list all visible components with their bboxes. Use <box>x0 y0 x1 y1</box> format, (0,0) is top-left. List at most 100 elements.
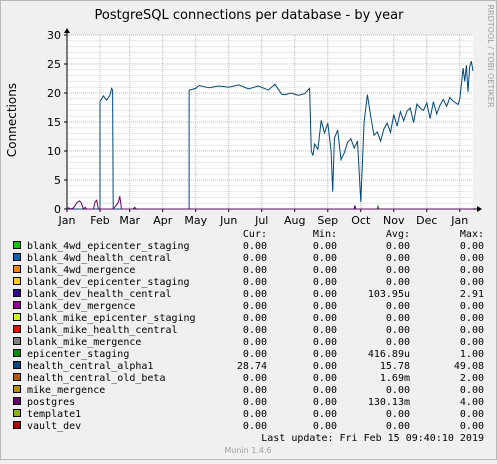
legend-series-name: epicenter_staging <box>27 349 129 360</box>
legend-value-avg: 130.13m <box>368 397 410 408</box>
legend-value-max: 0.00 <box>460 265 484 276</box>
x-tick-label: Jan <box>58 214 76 227</box>
legend-value-min: 0.00 <box>313 277 337 288</box>
legend-value-min: 0.00 <box>313 373 337 384</box>
y-tick-label: 5 <box>54 174 61 187</box>
legend-swatch <box>13 301 21 309</box>
legend-swatch <box>13 373 21 381</box>
x-tick-label: Jan <box>450 214 468 227</box>
legend-value-cur: 0.00 <box>243 349 267 360</box>
y-tick-label: 15 <box>47 116 61 129</box>
legend-value-cur: 0.00 <box>243 277 267 288</box>
legend-swatch <box>13 253 21 261</box>
x-tick-label: Nov <box>383 214 405 227</box>
legend-value-min: 0.00 <box>313 289 337 300</box>
legend-swatch <box>13 409 21 417</box>
legend-value-min: 0.00 <box>313 325 337 336</box>
y-tick-label: 30 <box>47 29 61 42</box>
legend-value-min: 0.00 <box>313 337 337 348</box>
legend-series-name: health_central_old_beta <box>27 373 165 384</box>
legend-series-name: blank_4wd_health_central <box>27 253 172 264</box>
legend-header-max: Max: <box>460 229 484 240</box>
legend-value-cur: 0.00 <box>243 241 267 252</box>
legend-swatch <box>13 241 21 249</box>
legend-value-max: 0.00 <box>460 325 484 336</box>
legend-series-name: blank_dev_health_central <box>27 289 172 300</box>
legend-value-avg: 0.00 <box>386 241 410 252</box>
legend: Cur: Min: Avg: Max: blank_4wd_epicenter_stag… <box>13 229 484 432</box>
side-label: RRDTOOL / TOBI OETIKER <box>486 4 495 107</box>
legend-value-avg: 0.00 <box>386 409 410 420</box>
y-tick-label: 25 <box>47 58 61 71</box>
legend-value-avg: 0.00 <box>386 421 410 432</box>
legend-value-avg: 0.00 <box>386 277 410 288</box>
x-tick-label: Sep <box>317 214 338 227</box>
footer-version: Munin 1.4.6 <box>224 446 271 455</box>
legend-value-cur: 0.00 <box>243 325 267 336</box>
legend-value-max: 4.00 <box>460 397 484 408</box>
legend-swatch <box>13 349 21 357</box>
legend-swatch <box>13 337 21 345</box>
legend-value-avg: 0.00 <box>386 337 410 348</box>
legend-value-cur: 28.74 <box>237 361 267 372</box>
legend-value-avg: 416.89u <box>368 349 410 360</box>
graph-panel: PostgreSQL connections per database - by… <box>0 0 497 460</box>
x-tick-label: Oct <box>351 214 371 227</box>
legend-series-name: blank_mike_health_central <box>27 325 178 336</box>
legend-value-max: 2.00 <box>460 373 484 384</box>
legend-value-max: 0.00 <box>460 385 484 396</box>
legend-value-cur: 0.00 <box>243 397 267 408</box>
legend-value-cur: 0.00 <box>243 253 267 264</box>
legend-value-min: 0.00 <box>313 349 337 360</box>
legend-value-max: 0.00 <box>460 409 484 420</box>
chart-title: PostgreSQL connections per database - by… <box>95 8 405 23</box>
y-tick-label: 10 <box>47 145 61 158</box>
y-axis-arrow <box>64 28 70 33</box>
legend-value-min: 0.00 <box>313 361 337 372</box>
legend-header-min: Min: <box>313 229 337 240</box>
legend-swatch <box>13 421 21 429</box>
last-update: Last update: Fri Feb 15 09:40:10 2019 <box>261 433 484 444</box>
legend-swatch <box>13 277 21 285</box>
legend-swatch <box>13 289 21 297</box>
legend-value-cur: 0.00 <box>243 373 267 384</box>
legend-value-avg: 0.00 <box>386 385 410 396</box>
legend-value-min: 0.00 <box>313 397 337 408</box>
legend-value-min: 0.00 <box>313 301 337 312</box>
legend-value-min: 0.00 <box>313 421 337 432</box>
x-tick-label: May <box>184 214 207 227</box>
legend-series-name: blank_dev_epicenter_staging <box>27 277 190 288</box>
x-axis-arrow <box>477 206 482 212</box>
x-tick-label: Aug <box>284 214 305 227</box>
x-tick-label: Feb <box>90 214 109 227</box>
legend-swatch <box>13 385 21 393</box>
legend-value-min: 0.00 <box>313 253 337 264</box>
legend-value-cur: 0.00 <box>243 421 267 432</box>
x-tick-label: Apr <box>153 214 173 227</box>
legend-value-avg: 1.69m <box>380 373 410 384</box>
legend-value-min: 0.00 <box>313 409 337 420</box>
legend-value-avg: 103.95u <box>368 289 410 300</box>
legend-value-avg: 0.00 <box>386 253 410 264</box>
legend-value-avg: 0.00 <box>386 325 410 336</box>
legend-swatch <box>13 265 21 273</box>
legend-series-name: postgres <box>27 397 75 408</box>
legend-series-name: blank_4wd_mergence <box>27 265 135 276</box>
legend-value-avg: 0.00 <box>386 313 410 324</box>
y-tick-label: 20 <box>47 87 61 100</box>
legend-value-cur: 0.00 <box>243 301 267 312</box>
legend-value-cur: 0.00 <box>243 385 267 396</box>
legend-value-cur: 0.00 <box>243 313 267 324</box>
connections-chart: PostgreSQL connections per database - by… <box>5 4 495 455</box>
legend-value-avg: 15.78 <box>380 361 410 372</box>
legend-header-cur: Cur: <box>243 229 267 240</box>
legend-series-name: blank_mike_epicenter_staging <box>27 313 196 324</box>
legend-value-max: 0.00 <box>460 253 484 264</box>
x-tick-label: Jun <box>219 214 237 227</box>
legend-value-max: 0.00 <box>460 421 484 432</box>
legend-value-max: 0.00 <box>460 337 484 348</box>
legend-value-min: 0.00 <box>313 265 337 276</box>
legend-value-cur: 0.00 <box>243 289 267 300</box>
legend-series-name: template1 <box>27 409 81 420</box>
legend-value-cur: 0.00 <box>243 337 267 348</box>
